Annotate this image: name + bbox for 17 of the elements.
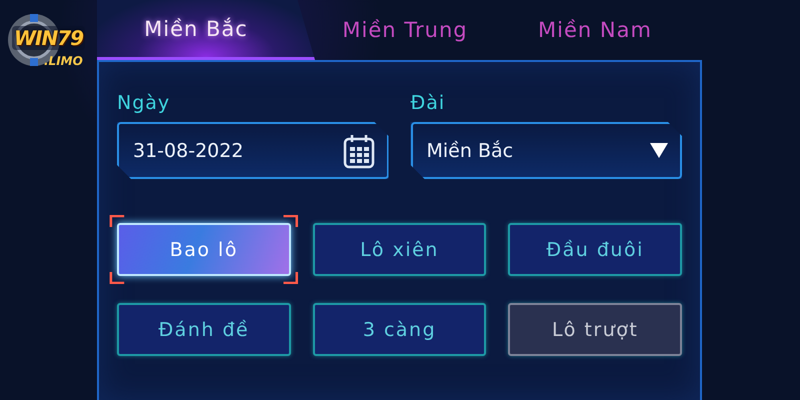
bet-type-button[interactable]: Lô xiên — [312, 223, 486, 276]
bet-type-button[interactable]: Đầu đuôi — [508, 223, 682, 276]
station-dropdown[interactable]: Miền Bắc — [410, 122, 682, 179]
bet-type-button[interactable]: 3 càng — [312, 303, 486, 356]
region-tab[interactable]: Miền Bắc — [97, 0, 315, 60]
field-label: Ngày — [117, 92, 172, 114]
calendar-icon[interactable] — [342, 132, 374, 168]
date-field[interactable]: 31-08-2022 — [117, 122, 388, 179]
logo-domain: .LIMO — [44, 54, 83, 68]
region-tab[interactable]: Miền Trung — [315, 0, 495, 60]
bet-type-button[interactable]: Bao lô — [117, 223, 291, 276]
selection-brackets-icon — [109, 215, 299, 284]
region-tab[interactable]: Miền Nam — [495, 0, 695, 60]
field-label: Đài — [410, 92, 446, 114]
logo-text: WIN79 — [12, 26, 86, 50]
caret-icon — [650, 143, 668, 158]
bet-type-button[interactable]: Đánh đề — [117, 303, 291, 356]
